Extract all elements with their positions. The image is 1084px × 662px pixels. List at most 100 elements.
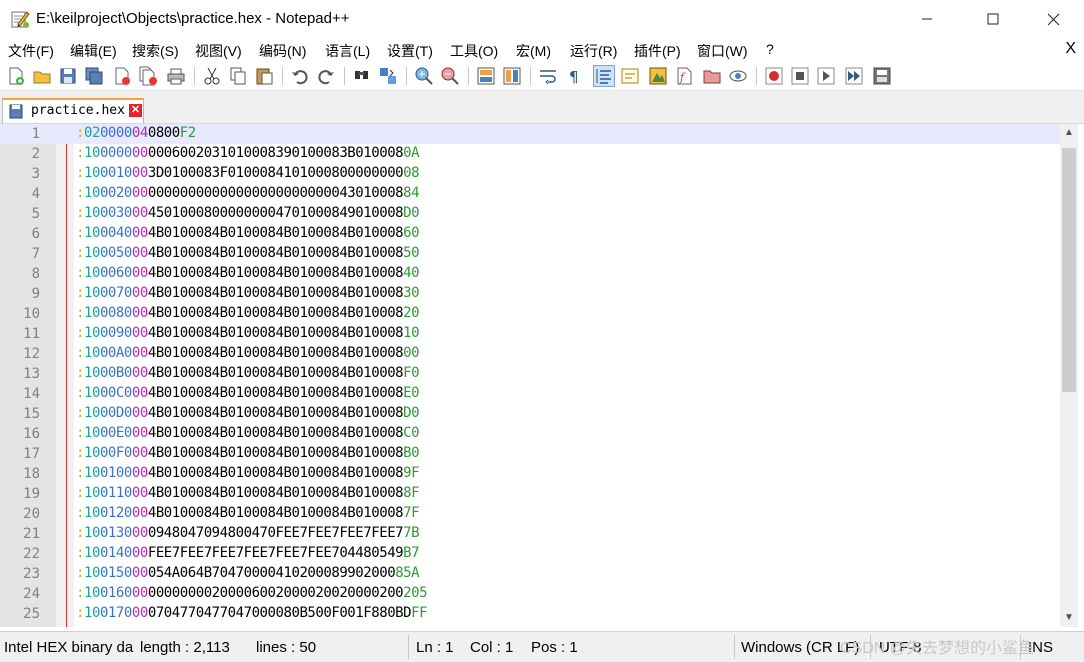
play-macro-icon[interactable] (816, 66, 836, 86)
code-line[interactable]: 17:1000F0004B0100084B0100084B0100084B010… (0, 444, 1060, 464)
indent-guide-icon[interactable] (593, 65, 615, 87)
close-file-icon[interactable] (112, 66, 132, 86)
hex-data: 4B0100084B0100084B0100084B010008 (147, 225, 404, 241)
run-macro-multiple-icon[interactable] (844, 66, 864, 86)
hex-chk: 8F (403, 485, 420, 501)
code-line[interactable]: 7:100050004B0100084B0100084B0100084B0100… (0, 244, 1060, 264)
vertical-scrollbar[interactable]: ▲ ▼ (1060, 124, 1078, 627)
doc-map-icon[interactable] (648, 66, 668, 86)
show-all-chars-icon[interactable]: ¶ (564, 66, 584, 86)
code-line[interactable]: 25:100170000704770477047000080B500F001F8… (0, 604, 1060, 624)
undo-icon[interactable] (290, 66, 310, 86)
zoom-out-icon[interactable] (440, 66, 460, 86)
code-line[interactable]: 3:100010003D0100083F01000841010008000000… (0, 164, 1060, 184)
zoom-in-icon[interactable] (414, 66, 434, 86)
user-language-icon[interactable] (620, 66, 640, 86)
sync-horizontal-icon[interactable] (502, 66, 522, 86)
line-number: 10 (23, 306, 40, 322)
code-line[interactable]: 22:10014000FEE7FEE7FEE7FEE7FEE7FEE704480… (0, 544, 1060, 564)
code-line[interactable]: 15:1000D0004B0100084B0100084B0100084B010… (0, 404, 1060, 424)
close-window-button[interactable] (1030, 0, 1076, 38)
hex-count: 10 (83, 545, 100, 561)
save-macro-icon[interactable] (872, 66, 892, 86)
menu-edit[interactable]: 编辑(E) (70, 41, 117, 61)
hex-record: :100080004B0100084B0100084B0100084B01000… (76, 305, 420, 321)
stop-macro-icon[interactable] (790, 66, 810, 86)
editor-area[interactable]: 1:020000040800F2 2:1000000000060020310100… (0, 124, 1084, 627)
folder-workspace-icon[interactable] (702, 66, 722, 86)
svg-text:¶: ¶ (569, 68, 579, 86)
hex-addr: 0100 (99, 465, 132, 481)
menu-file[interactable]: 文件(F) (8, 41, 54, 61)
line-number: 2 (31, 146, 40, 162)
menu-language[interactable]: 语言(L) (325, 41, 370, 61)
menu-run[interactable]: 运行(R) (570, 41, 617, 61)
hex-record: :020000040800F2 (76, 125, 196, 141)
record-macro-icon[interactable] (764, 66, 784, 86)
menu-plugins[interactable]: 插件(P) (634, 41, 681, 61)
print-icon[interactable] (166, 66, 186, 86)
find-icon[interactable] (352, 66, 372, 86)
hex-chk: 60 (403, 225, 420, 241)
hex-chk: 0A (403, 145, 420, 161)
hex-record: :100130000948047094800470FEE7FEE7FEE7FEE… (76, 525, 420, 541)
menu-window[interactable]: 窗口(W) (697, 41, 748, 61)
code-line[interactable]: 12:1000A0004B0100084B0100084B0100084B010… (0, 344, 1060, 364)
eye-icon[interactable] (728, 66, 748, 86)
hex-count: 10 (83, 245, 100, 261)
code-line[interactable]: 13:1000B0004B0100084B0100084B0100084B010… (0, 364, 1060, 384)
line-number: 24 (23, 586, 40, 602)
copy-icon[interactable] (228, 66, 248, 86)
menu-search[interactable]: 搜索(S) (132, 41, 179, 61)
code-line[interactable]: 16:1000E0004B0100084B0100084B0100084B010… (0, 424, 1060, 444)
code-line[interactable]: 14:1000C0004B0100084B0100084B0100084B010… (0, 384, 1060, 404)
hex-record: :1000E0004B0100084B0100084B0100084B01000… (76, 425, 420, 441)
code-line[interactable]: 23:10015000054A064B704700004102000899020… (0, 564, 1060, 584)
paste-icon[interactable] (254, 66, 274, 86)
close-document-button[interactable]: X (1065, 40, 1076, 58)
code-line[interactable]: 1:020000040800F2 (0, 124, 1060, 144)
new-file-icon[interactable] (6, 66, 26, 86)
cut-icon[interactable] (202, 66, 222, 86)
tab-close-icon[interactable]: ✕ (129, 104, 142, 117)
menu-settings[interactable]: 设置(T) (387, 41, 433, 61)
menu-view[interactable]: 视图(V) (195, 41, 242, 61)
menu-macro[interactable]: 宏(M) (516, 41, 551, 61)
maximize-button[interactable] (970, 0, 1016, 38)
hex-data: 4B0100084B0100084B0100084B010008 (147, 305, 404, 321)
code-line[interactable]: 24:1001600000000000200006002000020020000… (0, 584, 1060, 604)
save-icon[interactable] (58, 66, 78, 86)
hex-addr: 00F0 (99, 445, 132, 461)
replace-icon[interactable] (378, 66, 398, 86)
hex-type: 00 (131, 485, 148, 501)
code-line[interactable]: 9:100070004B0100084B0100084B0100084B0100… (0, 284, 1060, 304)
code-line[interactable]: 2:100000000006002031010008390100083B0100… (0, 144, 1060, 164)
redo-icon[interactable] (316, 66, 336, 86)
sync-vertical-icon[interactable] (476, 66, 496, 86)
code-line[interactable]: 4:10002000000000000000000000000000430100… (0, 184, 1060, 204)
menu-encoding[interactable]: 编码(N) (259, 41, 306, 61)
scrollbar-thumb[interactable] (1062, 148, 1076, 392)
close-all-icon[interactable] (138, 66, 158, 86)
code-line[interactable]: 11:100090004B0100084B0100084B0100084B010… (0, 324, 1060, 344)
code-line[interactable]: 18:100100004B0100084B0100084B0100084B010… (0, 464, 1060, 484)
minimize-button[interactable] (904, 0, 950, 38)
tab-practice-hex[interactable]: practice.hex ✕ (2, 98, 144, 123)
code-line[interactable]: 19:100110004B0100084B0100084B0100084B010… (0, 484, 1060, 504)
hex-colon: : (76, 345, 84, 361)
code-line[interactable]: 6:100040004B0100084B0100084B0100084B0100… (0, 224, 1060, 244)
scroll-down-arrow-icon[interactable]: ▼ (1060, 609, 1078, 627)
hex-count: 10 (83, 285, 100, 301)
open-file-icon[interactable] (32, 66, 52, 86)
code-line[interactable]: 8:100060004B0100084B0100084B0100084B0100… (0, 264, 1060, 284)
word-wrap-icon[interactable] (538, 66, 558, 86)
function-list-icon[interactable]: f (674, 66, 694, 86)
save-all-icon[interactable] (84, 66, 104, 86)
scroll-up-arrow-icon[interactable]: ▲ (1060, 124, 1078, 142)
code-line[interactable]: 10 :100080004B0100084B0100084B0100084B010… (0, 304, 1060, 324)
menu-tools[interactable]: 工具(O) (450, 41, 498, 61)
code-line[interactable]: 20:100120004B0100084B0100084B0100084B010… (0, 504, 1060, 524)
code-line[interactable]: 21:100130000948047094800470FEE7FEE7FEE7F… (0, 524, 1060, 544)
menu-help[interactable]: ? (766, 41, 774, 57)
code-line[interactable]: 5:10003000450100080000000047010008490100… (0, 204, 1060, 224)
